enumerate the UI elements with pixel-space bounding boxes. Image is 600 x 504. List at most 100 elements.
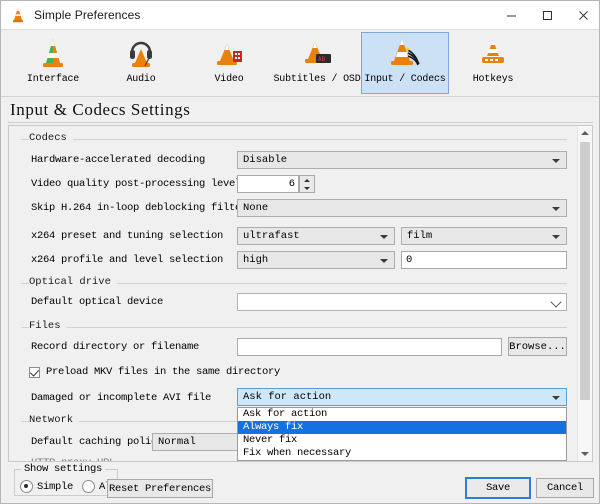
tab-input-codecs-label: Input / Codecs — [364, 74, 446, 85]
skip-loop-filter-value: None — [243, 202, 269, 214]
window-title: Simple Preferences — [34, 8, 141, 22]
group-optical-title: Optical drive — [29, 276, 117, 288]
tab-video[interactable]: Video — [185, 32, 273, 94]
x264-preset-value: ultrafast — [243, 230, 300, 242]
label-hardware-accelerated-decoding: Hardware-accelerated decoding — [31, 154, 206, 166]
tab-input-codecs[interactable]: Input / Codecs — [361, 32, 449, 94]
reset-preferences-button[interactable]: Reset Preferences — [107, 479, 213, 498]
minimize-button[interactable] — [493, 1, 529, 30]
hardware-decoding-value: Disable — [243, 154, 288, 166]
preload-mkv-label: Preload MKV files in the same directory — [46, 366, 281, 378]
chevron-down-icon — [552, 396, 560, 400]
group-files-rule — [21, 327, 567, 328]
vertical-scrollbar[interactable] — [577, 126, 592, 461]
group-files-title: Files — [29, 320, 67, 332]
tab-subtitles-osd-label: Subtitles / OSD — [273, 74, 361, 85]
x264-preset-combo[interactable]: ultrafast — [237, 227, 395, 245]
dropdown-option-fix-when-necessary[interactable]: Fix when necessary — [238, 447, 566, 460]
group-codecs-rule — [21, 139, 567, 140]
vlc-cone-icon — [9, 6, 27, 24]
title-bar: Simple Preferences — [1, 1, 599, 30]
stepper-down-icon[interactable] — [300, 184, 314, 192]
hardware-decoding-combo[interactable]: Disable — [237, 151, 567, 169]
dropdown-option-ask-for-action[interactable]: Ask for action — [238, 408, 566, 421]
radio-simple-label: Simple — [37, 480, 74, 493]
cancel-button-label: Cancel — [546, 482, 583, 494]
svg-text:AB: AB — [318, 56, 326, 63]
window-controls — [493, 1, 599, 30]
label-post-processing-level: Video quality post-processing level — [31, 178, 242, 190]
tab-interface[interactable]: Interface — [9, 32, 97, 94]
vlc-video-icon — [210, 36, 248, 72]
default-caching-policy-value: Normal — [158, 436, 196, 448]
tab-hotkeys[interactable]: Hotkeys — [449, 32, 537, 94]
vlc-input-codecs-icon — [386, 36, 424, 72]
chevron-down-icon — [552, 235, 560, 239]
title-divider — [8, 122, 593, 123]
scroll-down-icon[interactable] — [578, 447, 592, 461]
close-button[interactable] — [565, 1, 599, 30]
save-button-label: Save — [485, 482, 510, 494]
show-settings-label: Show settings — [21, 463, 106, 475]
chevron-down-icon — [552, 207, 560, 211]
label-x264-preset: x264 preset and tuning selection — [31, 230, 224, 242]
label-x264-profile: x264 profile and level selection — [31, 254, 224, 266]
page-title: Input & Codecs Settings — [10, 100, 191, 119]
label-record-directory: Record directory or filename — [31, 341, 200, 353]
reset-preferences-label: Reset Preferences — [108, 482, 212, 495]
preload-mkv-checkbox-row[interactable]: Preload MKV files in the same directory — [29, 366, 280, 378]
dropdown-option-never-fix[interactable]: Never fix — [238, 434, 566, 447]
settings-scroll-panel: Codecs Hardware-accelerated decoding Dis… — [8, 125, 593, 462]
preload-mkv-checkbox[interactable] — [29, 366, 40, 378]
show-settings-group: Show settings Simple All — [14, 463, 118, 497]
x264-level-field[interactable]: 0 — [401, 251, 567, 269]
preferences-toolbar: Interface Audio Video AB Subtitles / OSD… — [1, 30, 599, 97]
scroll-up-icon[interactable] — [578, 126, 592, 140]
browse-button-label: Browse... — [509, 340, 566, 353]
chevron-down-icon — [380, 235, 388, 239]
tab-interface-label: Interface — [26, 74, 80, 85]
post-processing-level-value: 6 — [288, 178, 295, 190]
tab-audio[interactable]: Audio — [97, 32, 185, 94]
save-button[interactable]: Save — [465, 477, 531, 499]
vlc-interface-icon — [34, 36, 72, 72]
group-codecs-title: Codecs — [29, 132, 73, 144]
damaged-avi-dropdown-list[interactable]: Ask for action Always fix Never fix Fix … — [237, 407, 567, 461]
label-damaged-avi: Damaged or incomplete AVI file — [31, 392, 212, 404]
settings-content: Codecs Hardware-accelerated decoding Dis… — [9, 126, 577, 461]
skip-loop-filter-combo[interactable]: None — [237, 199, 567, 217]
chevron-down-icon — [552, 159, 560, 163]
tab-subtitles-osd[interactable]: AB Subtitles / OSD — [273, 32, 361, 94]
damaged-avi-value: Ask for action — [243, 391, 332, 403]
x264-level-value: 0 — [406, 254, 413, 266]
vlc-audio-icon — [122, 36, 160, 72]
label-default-optical-device: Default optical device — [31, 296, 164, 308]
chevron-down-icon — [550, 296, 562, 308]
label-http-proxy-url: HTTP proxy URL — [31, 457, 115, 461]
label-skip-loop-filter: Skip H.264 in-loop deblocking filter — [31, 202, 248, 214]
x264-profile-value: high — [243, 254, 269, 266]
vlc-subtitles-icon: AB — [298, 36, 336, 72]
scrollbar-thumb[interactable] — [580, 142, 590, 400]
vlc-hotkeys-icon — [474, 36, 512, 72]
post-processing-level-stepper[interactable]: 6 — [237, 175, 315, 193]
x264-profile-combo[interactable]: high — [237, 251, 395, 269]
damaged-avi-combo[interactable]: Ask for action — [237, 388, 567, 406]
stepper-up-icon[interactable] — [300, 176, 314, 184]
radio-all[interactable] — [82, 480, 96, 493]
browse-button[interactable]: Browse... — [508, 337, 567, 356]
tab-video-label: Video — [214, 74, 244, 85]
group-network-title: Network — [29, 414, 80, 426]
tab-audio-label: Audio — [126, 74, 156, 85]
radio-simple[interactable] — [20, 480, 33, 493]
cancel-button[interactable]: Cancel — [536, 478, 594, 498]
x264-tuning-combo[interactable]: film — [401, 227, 567, 245]
tab-hotkeys-label: Hotkeys — [472, 74, 514, 85]
stepper-buttons[interactable] — [299, 175, 315, 193]
dropdown-option-always-fix[interactable]: Always fix — [238, 421, 566, 434]
default-optical-device-combo[interactable] — [237, 293, 567, 311]
record-directory-field[interactable] — [237, 338, 502, 356]
label-default-caching-policy: Default caching policy — [31, 436, 164, 448]
maximize-button[interactable] — [529, 1, 565, 30]
chevron-down-icon — [380, 259, 388, 263]
